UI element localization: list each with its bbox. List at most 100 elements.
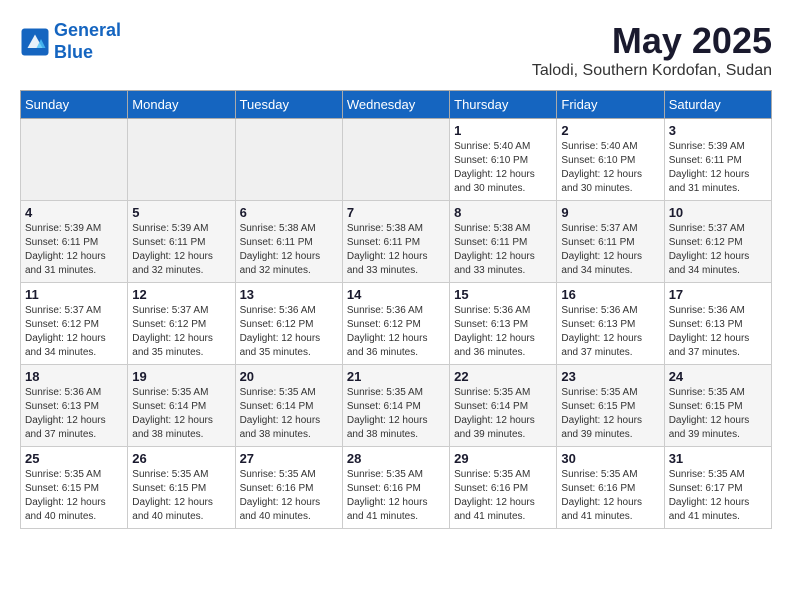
- day-info: Sunrise: 5:35 AM Sunset: 6:15 PM Dayligh…: [561, 386, 659, 442]
- month-year-title: May 2025: [532, 20, 772, 62]
- calendar-cell: 10 Sunrise: 5:37 AM Sunset: 6:12 PM Dayli…: [664, 201, 771, 283]
- calendar-cell: 30 Sunrise: 5:35 AM Sunset: 6:16 PM Dayli…: [557, 447, 664, 529]
- day-number: 9: [561, 205, 659, 220]
- day-number: 18: [25, 369, 123, 384]
- week-row-1: 1 Sunrise: 5:40 AM Sunset: 6:10 PM Daylig…: [21, 119, 772, 201]
- day-info: Sunrise: 5:35 AM Sunset: 6:17 PM Dayligh…: [669, 468, 767, 524]
- header-wednesday: Wednesday: [342, 91, 449, 119]
- day-number: 24: [669, 369, 767, 384]
- calendar-cell: 11 Sunrise: 5:37 AM Sunset: 6:12 PM Dayli…: [21, 283, 128, 365]
- calendar-cell: [342, 119, 449, 201]
- day-info: Sunrise: 5:36 AM Sunset: 6:13 PM Dayligh…: [669, 304, 767, 360]
- calendar-body: 1 Sunrise: 5:40 AM Sunset: 6:10 PM Daylig…: [21, 119, 772, 529]
- day-info: Sunrise: 5:36 AM Sunset: 6:12 PM Dayligh…: [240, 304, 338, 360]
- calendar-cell: 27 Sunrise: 5:35 AM Sunset: 6:16 PM Dayli…: [235, 447, 342, 529]
- week-row-3: 11 Sunrise: 5:37 AM Sunset: 6:12 PM Dayli…: [21, 283, 772, 365]
- day-info: Sunrise: 5:35 AM Sunset: 6:16 PM Dayligh…: [454, 468, 552, 524]
- week-row-5: 25 Sunrise: 5:35 AM Sunset: 6:15 PM Dayli…: [21, 447, 772, 529]
- calendar-cell: 28Sunrise: 5:35 AM Sunset: 6:16 PM Dayli…: [342, 447, 449, 529]
- calendar-cell: 31Sunrise: 5:35 AM Sunset: 6:17 PM Dayli…: [664, 447, 771, 529]
- calendar-cell: 3 Sunrise: 5:39 AM Sunset: 6:11 PM Daylig…: [664, 119, 771, 201]
- day-number: 30: [561, 451, 659, 466]
- day-info: Sunrise: 5:37 AM Sunset: 6:12 PM Dayligh…: [132, 304, 230, 360]
- week-row-2: 4 Sunrise: 5:39 AM Sunset: 6:11 PM Daylig…: [21, 201, 772, 283]
- logo: General Blue: [20, 20, 121, 63]
- day-info: Sunrise: 5:37 AM Sunset: 6:12 PM Dayligh…: [669, 222, 767, 278]
- day-info: Sunrise: 5:35 AM Sunset: 6:14 PM Dayligh…: [454, 386, 552, 442]
- title-block: May 2025 Talodi, Southern Kordofan, Suda…: [532, 20, 772, 80]
- day-number: 7: [347, 205, 445, 220]
- calendar-cell: [21, 119, 128, 201]
- header-friday: Friday: [557, 91, 664, 119]
- day-number: 23: [561, 369, 659, 384]
- calendar-cell: 2 Sunrise: 5:40 AM Sunset: 6:10 PM Daylig…: [557, 119, 664, 201]
- calendar-cell: [128, 119, 235, 201]
- day-number: 10: [669, 205, 767, 220]
- logo-line2: Blue: [54, 42, 93, 62]
- day-info: Sunrise: 5:37 AM Sunset: 6:12 PM Dayligh…: [25, 304, 123, 360]
- day-number: 16: [561, 287, 659, 302]
- day-number: 14: [347, 287, 445, 302]
- day-info: Sunrise: 5:35 AM Sunset: 6:15 PM Dayligh…: [669, 386, 767, 442]
- calendar-cell: 20 Sunrise: 5:35 AM Sunset: 6:14 PM Dayli…: [235, 365, 342, 447]
- calendar-cell: 29 Sunrise: 5:35 AM Sunset: 6:16 PM Dayli…: [450, 447, 557, 529]
- day-number: 19: [132, 369, 230, 384]
- calendar-cell: 7 Sunrise: 5:38 AM Sunset: 6:11 PM Daylig…: [342, 201, 449, 283]
- calendar-header: Sunday Monday Tuesday Wednesday Thursday…: [21, 91, 772, 119]
- calendar-cell: 4 Sunrise: 5:39 AM Sunset: 6:11 PM Daylig…: [21, 201, 128, 283]
- day-info: Sunrise: 5:35 AM Sunset: 6:14 PM Dayligh…: [347, 386, 445, 442]
- day-info: Sunrise: 5:35 AM Sunset: 6:16 PM Dayligh…: [347, 468, 445, 524]
- header-thursday: Thursday: [450, 91, 557, 119]
- header-sunday: Sunday: [21, 91, 128, 119]
- calendar-cell: 5 Sunrise: 5:39 AM Sunset: 6:11 PM Daylig…: [128, 201, 235, 283]
- day-number: 3: [669, 123, 767, 138]
- day-number: 29: [454, 451, 552, 466]
- calendar-cell: [235, 119, 342, 201]
- day-number: 21: [347, 369, 445, 384]
- day-number: 11: [25, 287, 123, 302]
- day-number: 8: [454, 205, 552, 220]
- day-number: 22: [454, 369, 552, 384]
- day-info: Sunrise: 5:35 AM Sunset: 6:15 PM Dayligh…: [25, 468, 123, 524]
- day-info: Sunrise: 5:38 AM Sunset: 6:11 PM Dayligh…: [347, 222, 445, 278]
- calendar-cell: 6Sunrise: 5:38 AM Sunset: 6:11 PM Daylig…: [235, 201, 342, 283]
- day-number: 5: [132, 205, 230, 220]
- header-saturday: Saturday: [664, 91, 771, 119]
- header-row: Sunday Monday Tuesday Wednesday Thursday…: [21, 91, 772, 119]
- calendar-table: Sunday Monday Tuesday Wednesday Thursday…: [20, 90, 772, 529]
- calendar-cell: 13Sunrise: 5:36 AM Sunset: 6:12 PM Dayli…: [235, 283, 342, 365]
- day-info: Sunrise: 5:38 AM Sunset: 6:11 PM Dayligh…: [240, 222, 338, 278]
- day-number: 2: [561, 123, 659, 138]
- day-number: 25: [25, 451, 123, 466]
- day-info: Sunrise: 5:35 AM Sunset: 6:16 PM Dayligh…: [561, 468, 659, 524]
- calendar-cell: 25 Sunrise: 5:35 AM Sunset: 6:15 PM Dayli…: [21, 447, 128, 529]
- day-info: Sunrise: 5:40 AM Sunset: 6:10 PM Dayligh…: [561, 140, 659, 196]
- day-info: Sunrise: 5:35 AM Sunset: 6:16 PM Dayligh…: [240, 468, 338, 524]
- day-info: Sunrise: 5:39 AM Sunset: 6:11 PM Dayligh…: [132, 222, 230, 278]
- logo-line1: General: [54, 20, 121, 40]
- day-info: Sunrise: 5:36 AM Sunset: 6:13 PM Dayligh…: [454, 304, 552, 360]
- day-number: 17: [669, 287, 767, 302]
- day-number: 1: [454, 123, 552, 138]
- calendar-cell: 21 Sunrise: 5:35 AM Sunset: 6:14 PM Dayli…: [342, 365, 449, 447]
- day-info: Sunrise: 5:39 AM Sunset: 6:11 PM Dayligh…: [25, 222, 123, 278]
- day-number: 20: [240, 369, 338, 384]
- day-info: Sunrise: 5:35 AM Sunset: 6:14 PM Dayligh…: [240, 386, 338, 442]
- calendar-cell: 16Sunrise: 5:36 AM Sunset: 6:13 PM Dayli…: [557, 283, 664, 365]
- day-info: Sunrise: 5:38 AM Sunset: 6:11 PM Dayligh…: [454, 222, 552, 278]
- calendar-cell: 1 Sunrise: 5:40 AM Sunset: 6:10 PM Daylig…: [450, 119, 557, 201]
- calendar-cell: 24 Sunrise: 5:35 AM Sunset: 6:15 PM Dayli…: [664, 365, 771, 447]
- day-info: Sunrise: 5:36 AM Sunset: 6:13 PM Dayligh…: [25, 386, 123, 442]
- calendar-cell: 9Sunrise: 5:37 AM Sunset: 6:11 PM Daylig…: [557, 201, 664, 283]
- day-number: 4: [25, 205, 123, 220]
- page-header: General Blue May 2025 Talodi, Southern K…: [20, 20, 772, 80]
- day-info: Sunrise: 5:36 AM Sunset: 6:12 PM Dayligh…: [347, 304, 445, 360]
- day-number: 26: [132, 451, 230, 466]
- logo-icon: [20, 27, 50, 57]
- calendar-cell: 15Sunrise: 5:36 AM Sunset: 6:13 PM Dayli…: [450, 283, 557, 365]
- header-monday: Monday: [128, 91, 235, 119]
- day-info: Sunrise: 5:39 AM Sunset: 6:11 PM Dayligh…: [669, 140, 767, 196]
- day-number: 12: [132, 287, 230, 302]
- day-number: 27: [240, 451, 338, 466]
- day-info: Sunrise: 5:40 AM Sunset: 6:10 PM Dayligh…: [454, 140, 552, 196]
